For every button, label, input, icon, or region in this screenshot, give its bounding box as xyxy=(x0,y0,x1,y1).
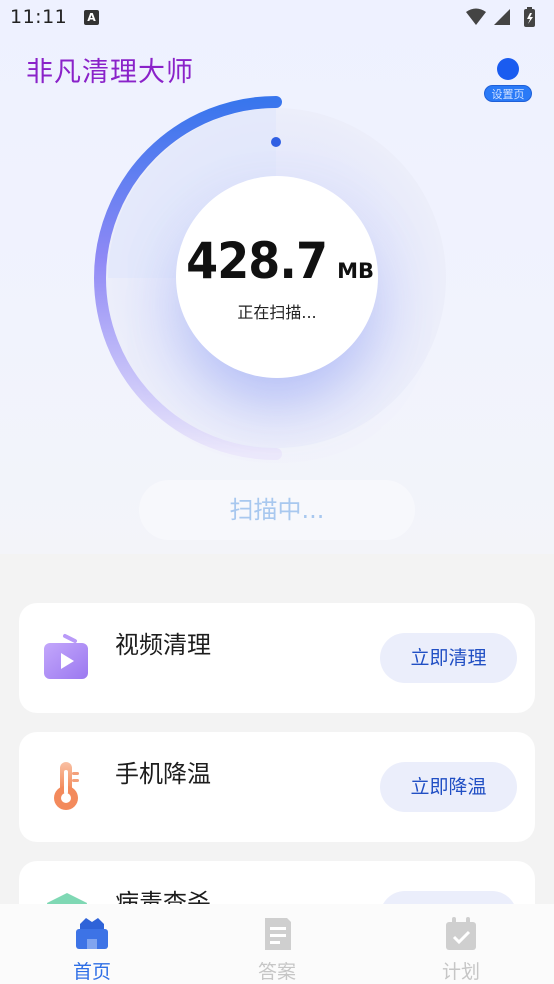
nav-item-answer[interactable]: 答案 xyxy=(207,904,347,984)
nav-label-plan: 计划 xyxy=(441,961,480,983)
wifi-icon xyxy=(466,8,486,25)
settings-button[interactable]: 设置页 xyxy=(484,85,532,102)
nav-label-home: 首页 xyxy=(72,961,111,983)
gauge-indicator-dot xyxy=(271,137,281,147)
status-bar: 11:11 A xyxy=(0,0,554,38)
settings-icon[interactable] xyxy=(497,58,519,80)
scan-unit: MB xyxy=(337,259,375,283)
nav-item-home[interactable]: 首页 xyxy=(22,904,162,984)
card-phone-cool: 手机降温 立即降温 xyxy=(19,732,535,842)
document-icon xyxy=(265,918,291,950)
calendar-icon xyxy=(446,917,476,950)
card-title-cool: 手机降温 xyxy=(115,760,211,788)
scan-size: 428.7 xyxy=(186,232,328,290)
scanning-button[interactable]: 扫描中... xyxy=(139,480,415,540)
nav-label-answer: 答案 xyxy=(257,961,296,983)
app-title: 非凡清理大师 xyxy=(26,57,194,88)
video-clean-button[interactable]: 立即清理 xyxy=(380,633,517,683)
scan-status-text: 正在扫描... xyxy=(237,303,317,322)
nav-item-plan[interactable]: 计划 xyxy=(391,904,531,984)
video-icon xyxy=(44,634,88,679)
status-time: 11:11 xyxy=(10,6,68,28)
card-video-clean: 视频清理 立即清理 xyxy=(19,603,535,713)
signal-icon xyxy=(494,9,510,25)
status-icons xyxy=(466,7,535,27)
scan-value: 428.7 MB xyxy=(176,232,378,290)
thermometer-icon xyxy=(54,762,79,810)
notification-a-icon: A xyxy=(84,10,99,25)
screen: 11:11 A 非凡清理大师 设置页 428.7 MB 正在扫描... 扫描中.… xyxy=(0,0,554,984)
bottom-nav: 首页 答案 计划 xyxy=(0,904,554,984)
home-icon xyxy=(76,918,108,949)
phone-cool-button[interactable]: 立即降温 xyxy=(380,762,517,812)
card-title-video: 视频清理 xyxy=(115,631,211,659)
